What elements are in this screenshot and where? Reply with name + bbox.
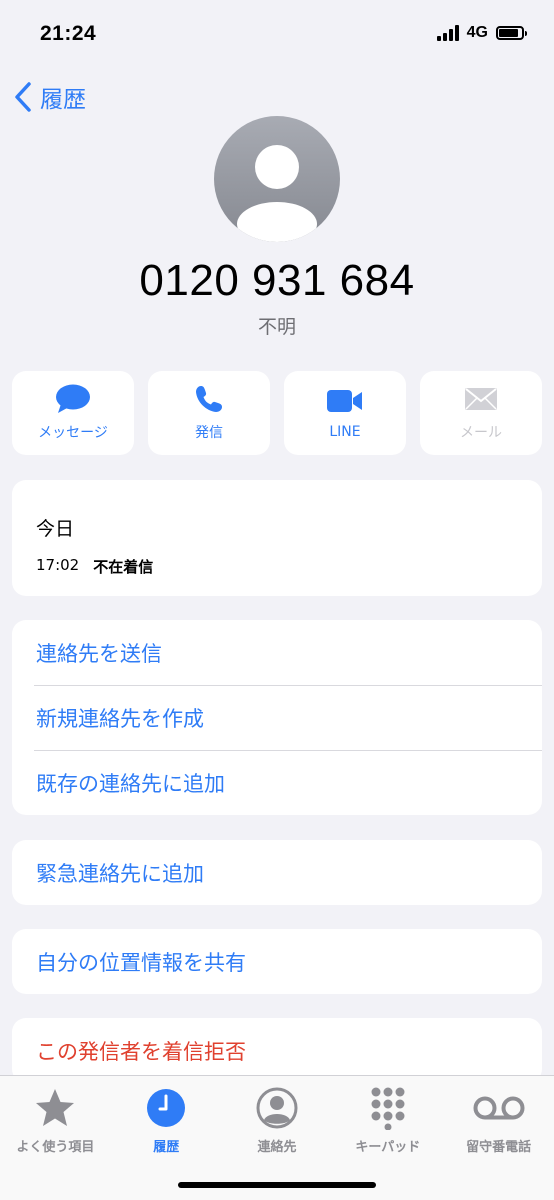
tab-recents-label: 履歴 [153,1140,180,1155]
call-log-entry: 17:02 不在着信 [36,556,153,577]
caller-number: 0120 931 684 [139,256,415,305]
message-button[interactable]: メッセージ [12,371,134,455]
status-time: 21:24 [40,22,97,45]
video-camera-icon [327,390,362,412]
action-buttons: メッセージ 発信 LINE メール [12,371,542,455]
tab-recents[interactable]: 履歴 [111,1082,222,1162]
mail-button-label: メール [460,425,502,441]
share-location-row[interactable]: 自分の位置情報を共有 [12,929,542,994]
tab-voicemail[interactable]: 留守番電話 [443,1082,554,1162]
line-video-button[interactable]: LINE [284,371,406,455]
add-to-existing-contact-row[interactable]: 既存の連絡先に追加 [12,750,542,815]
person-circle-icon [256,1087,298,1129]
tab-bar: よく使う項目 履歴 連絡先 キーパッド 留守番電話 [0,1075,554,1200]
location-card: 自分の位置情報を共有 [12,929,542,994]
tab-keypad[interactable]: キーパッド [332,1082,443,1162]
call-log-day: 今日 [36,518,75,540]
add-emergency-contact-row[interactable]: 緊急連絡先に追加 [12,840,542,905]
call-log-card: 今日 17:02 不在着信 [12,480,542,596]
block-card: この発信者を着信拒否 [12,1018,542,1083]
clock-icon [147,1089,186,1127]
status-bar: 21:24 4G [0,0,554,70]
tab-contacts[interactable]: 連絡先 [222,1082,333,1162]
person-silhouette-icon [237,145,317,242]
voicemail-icon [473,1096,525,1120]
message-bubble-icon [56,384,90,413]
contact-options-card: 連絡先を送信 新規連絡先を作成 既存の連絡先に追加 [12,620,542,815]
call-log-time: 17:02 [36,556,80,574]
tab-favorites-label: よく使う項目 [16,1140,95,1155]
tab-voicemail-label: 留守番電話 [466,1140,532,1155]
tab-keypad-label: キーパッド [355,1140,421,1155]
chevron-left-icon [15,82,31,112]
phone-icon [196,386,222,412]
mail-icon [465,388,497,410]
star-icon [36,1089,75,1126]
avatar [214,116,340,242]
emergency-card: 緊急連絡先に追加 [12,840,542,905]
call-button[interactable]: 発信 [148,371,270,455]
tab-favorites[interactable]: よく使う項目 [0,1082,111,1162]
block-caller-row[interactable]: この発信者を着信拒否 [12,1018,542,1083]
line-video-button-label: LINE [329,424,361,440]
mail-button: メール [420,371,542,455]
message-button-label: メッセージ [38,425,108,441]
back-button[interactable]: 履歴 [12,80,86,114]
caller-status: 不明 [257,316,296,338]
battery-icon [496,26,527,40]
tab-contacts-label: 連絡先 [257,1140,297,1155]
network-type: 4G [466,24,488,41]
home-indicator[interactable] [178,1182,376,1188]
back-label: 履歴 [40,87,86,113]
keypad-icon [371,1087,405,1130]
call-log-type: 不在着信 [93,558,154,576]
send-contact-row[interactable]: 連絡先を送信 [12,620,542,685]
create-new-contact-row[interactable]: 新規連絡先を作成 [12,685,542,750]
status-indicators: 4G [436,24,527,42]
cellular-signal-icon [436,25,459,41]
call-button-label: 発信 [195,425,223,441]
